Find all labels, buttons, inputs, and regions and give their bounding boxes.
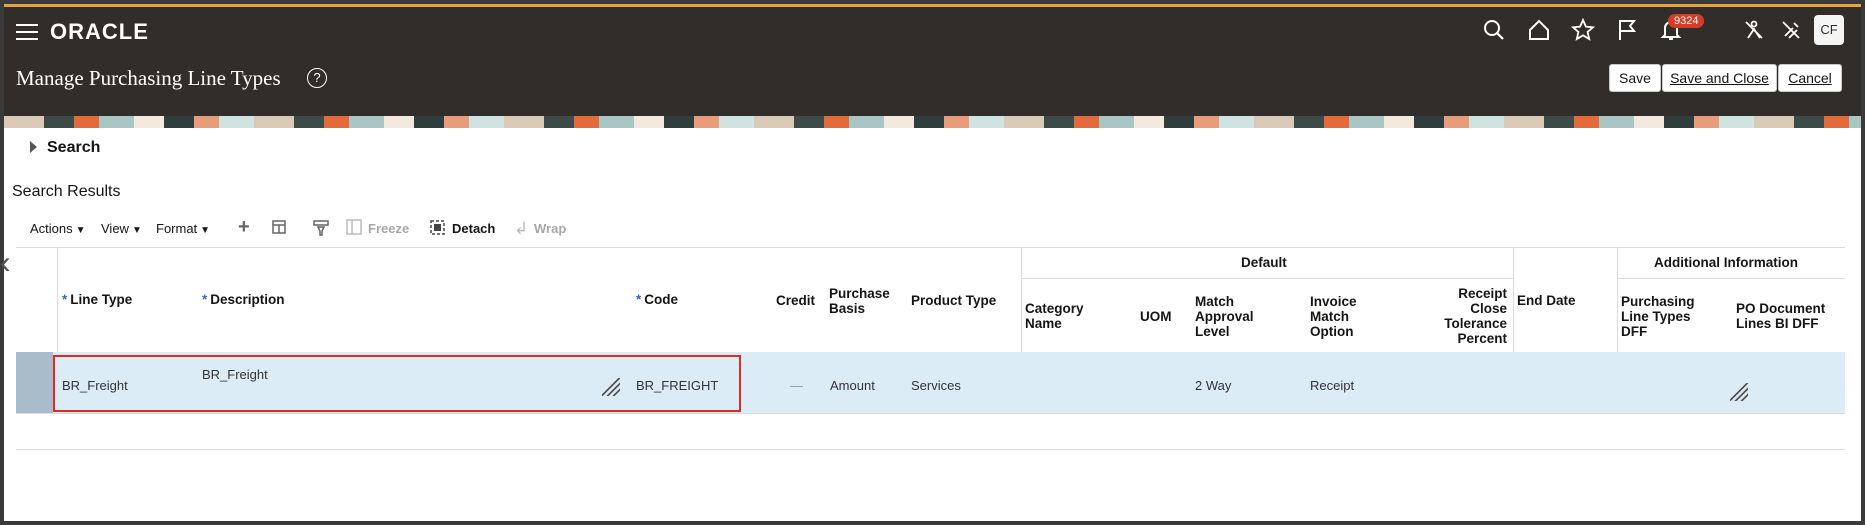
additional-group-left-divider (1617, 247, 1618, 352)
cancel-button[interactable]: Cancel (1778, 64, 1842, 92)
home-icon[interactable] (1525, 18, 1553, 46)
column-header-credit[interactable]: Credit (776, 293, 815, 308)
description-label: Description (210, 292, 285, 307)
cell-invoice-match-option[interactable]: Receipt (1310, 378, 1354, 393)
expand-triangle-icon (30, 141, 37, 153)
default-group-right-divider (1513, 247, 1514, 352)
search-results-title: Search Results (12, 183, 121, 200)
query-by-example-icon[interactable] (271, 219, 289, 242)
column-header-receipt-close-tolerance-percent[interactable]: Receipt Close Tolerance Percent (1433, 286, 1507, 346)
decorative-banner (4, 116, 1861, 128)
column-header-po-document-lines-bi-dff[interactable]: PO Document Lines BI DFF (1736, 301, 1836, 331)
oracle-logo[interactable]: ORACLE (50, 19, 149, 45)
search-icon[interactable] (1480, 18, 1508, 46)
default-group-left-divider (1021, 247, 1022, 352)
row-bottom-border (16, 413, 1845, 414)
accessibility-icon[interactable] (1740, 18, 1768, 46)
additional-group-underline (1617, 278, 1845, 279)
actions-label: Actions (30, 221, 73, 236)
line-type-label: Line Type (70, 292, 133, 307)
default-group-underline (1021, 278, 1513, 279)
chevron-down-icon: ▼ (75, 225, 86, 236)
cell-match-approval-level[interactable]: 2 Way (1195, 378, 1231, 393)
filter-icon[interactable] (312, 219, 330, 242)
row-selector[interactable] (16, 352, 53, 413)
app-frame (4, 4, 1861, 521)
column-header-match-approval-level[interactable]: Match Approval Level (1195, 294, 1269, 339)
column-header-purchasing-line-types-dff[interactable]: Purchasing Line Types DFF (1621, 294, 1711, 339)
save-and-close-label: Save and Close (1670, 70, 1769, 86)
column-group-additional-information: Additional Information (1654, 255, 1798, 270)
column-header-purchase-basis[interactable]: Purchase Basis (829, 286, 893, 316)
save-and-close-button[interactable]: Save and Close (1662, 64, 1777, 92)
column-header-product-type[interactable]: Product Type (911, 293, 996, 308)
freeze-icon (346, 219, 362, 240)
column-group-default: Default (1241, 255, 1287, 270)
menu-icon[interactable] (16, 24, 38, 40)
view-label: View (101, 221, 129, 236)
wrap-button: Wrap (534, 221, 567, 236)
cancel-label: Cancel (1788, 70, 1832, 86)
dff-edit-icon[interactable] (1730, 383, 1748, 401)
freeze-button: Freeze (368, 221, 410, 236)
cell-product-type[interactable]: Services (911, 378, 961, 393)
column-header-category-name[interactable]: Category Name (1025, 301, 1095, 331)
help-icon[interactable]: ? (307, 68, 327, 88)
required-indicator-icon: * (62, 292, 68, 307)
column-header-end-date[interactable]: End Date (1517, 293, 1576, 308)
code-label: Code (644, 292, 679, 307)
chevron-down-icon: ▼ (200, 225, 211, 236)
settings-icon[interactable] (1777, 18, 1805, 46)
cell-credit[interactable]: — (790, 378, 803, 393)
column-header-line-type[interactable]: * Line Type (62, 292, 132, 307)
search-disclosure[interactable]: Search (30, 139, 100, 157)
chevron-down-icon: ▼ (131, 225, 142, 236)
flag-icon[interactable] (1613, 18, 1641, 46)
wrap-icon: ↲ (514, 219, 529, 238)
required-indicator-icon: * (202, 292, 208, 307)
favorites-star-icon[interactable] (1569, 17, 1597, 46)
cell-purchase-basis[interactable]: Amount (830, 378, 875, 393)
view-menu[interactable]: View ▼ (101, 221, 142, 236)
collapse-panel-chevron-left-icon[interactable]: ‹ (0, 244, 11, 281)
column-header-description[interactable]: * Description (202, 292, 285, 307)
column-header-code[interactable]: * Code (636, 292, 678, 307)
page-title: Manage Purchasing Line Types (16, 66, 281, 90)
table-top-border (16, 247, 1845, 248)
detach-icon[interactable] (429, 219, 446, 241)
actions-menu[interactable]: Actions ▼ (30, 221, 86, 236)
notification-count-badge[interactable]: 9324 (1668, 14, 1705, 28)
format-label: Format (156, 221, 198, 236)
table-bottom-border (16, 449, 1845, 450)
column-header-uom[interactable]: UOM (1140, 309, 1172, 324)
format-menu[interactable]: Format ▼ (156, 221, 210, 236)
highlight-box (53, 355, 741, 412)
search-label: Search (47, 139, 101, 156)
user-avatar[interactable]: CF (1814, 15, 1844, 45)
save-button[interactable]: Save (1609, 64, 1661, 92)
detach-button[interactable]: Detach (452, 221, 495, 236)
add-row-icon[interactable]: + (238, 216, 250, 239)
required-indicator-icon: * (636, 292, 642, 307)
column-header-invoice-match-option[interactable]: Invoice Match Option (1310, 294, 1370, 339)
